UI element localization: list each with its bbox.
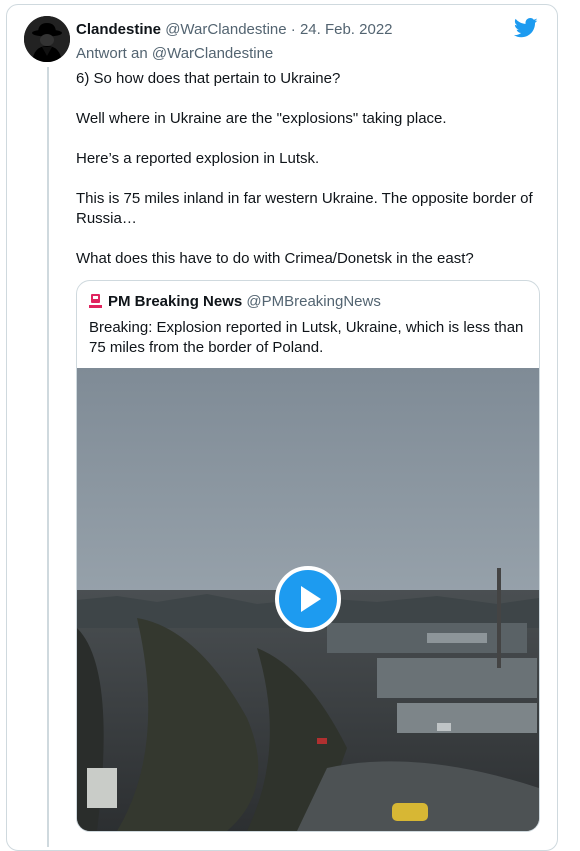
- tweet-text: 6) So how does that pertain to Ukraine? …: [76, 69, 541, 289]
- author-handle[interactable]: @WarClandestine: [165, 21, 286, 38]
- tweet-date[interactable]: 24. Feb. 2022: [300, 21, 393, 38]
- quoted-tweet-header: PM Breaking News @PMBreakingNews: [89, 293, 381, 310]
- reply-context: Antwort an @WarClandestine: [76, 45, 273, 62]
- tweet-paragraph: 6) So how does that pertain to Ukraine?: [76, 70, 341, 87]
- quoted-author-handle[interactable]: @PMBreakingNews: [246, 293, 380, 310]
- tweet-paragraph: What does this have to do with Crimea/Do…: [76, 250, 474, 267]
- avatar[interactable]: [24, 16, 70, 62]
- quoted-tweet-text: Breaking: Explosion reported in Lutsk, U…: [89, 319, 524, 356]
- tweet-paragraph: This is 75 miles inland in far western U…: [76, 190, 533, 227]
- tweet-paragraph: Well where in Ukraine are the "explosion…: [76, 110, 447, 127]
- avatar-spy-image: [24, 16, 70, 62]
- separator-dot: ·: [290, 21, 300, 38]
- tweet-paragraph: Here’s a reported explosion in Lutsk.: [76, 150, 320, 167]
- play-button[interactable]: [275, 566, 341, 632]
- video-thumbnail[interactable]: [77, 368, 539, 831]
- tweet-header: Clandestine @WarClandestine · 24. Feb. 2…: [76, 21, 393, 38]
- thread-line: [47, 67, 49, 847]
- play-icon: [301, 586, 321, 612]
- pm-logo-icon: [89, 294, 102, 308]
- quoted-tweet[interactable]: PM Breaking News @PMBreakingNews Breakin…: [76, 280, 540, 832]
- quoted-author-name[interactable]: PM Breaking News: [108, 293, 242, 310]
- reply-prefix: Antwort an: [76, 45, 148, 62]
- twitter-bird-icon[interactable]: [514, 18, 538, 38]
- author-name[interactable]: Clandestine: [76, 21, 161, 38]
- reply-handle[interactable]: @WarClandestine: [152, 45, 273, 62]
